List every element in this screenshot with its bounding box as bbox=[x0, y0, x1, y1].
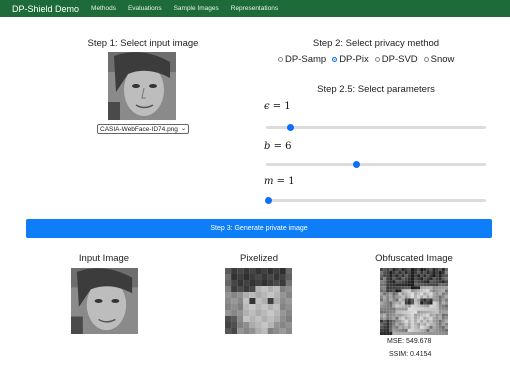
step1-title: Step 1: Select input image bbox=[87, 38, 199, 49]
m-slider-thumb[interactable] bbox=[265, 197, 272, 204]
mse-value: MSE: 549.678 bbox=[387, 338, 432, 345]
input-image-result bbox=[71, 268, 138, 334]
b-slider-thumb[interactable] bbox=[353, 161, 360, 168]
b-slider[interactable] bbox=[266, 161, 486, 168]
input-image-title: Input Image bbox=[78, 253, 130, 264]
obfuscated-image-title: Obfuscated Image bbox=[375, 253, 453, 264]
selected-file-label: CASIA-WebFace-ID74.png bbox=[100, 125, 178, 133]
privacy-method-group: DP-Samp DP-Pix DP-SVD Snow bbox=[278, 54, 460, 65]
epsilon-label: ϵ = 1 bbox=[264, 101, 291, 112]
pixelized-title: Pixelized bbox=[239, 253, 279, 264]
radio-dp-samp[interactable]: DP-Samp bbox=[278, 54, 326, 65]
chevron-down-icon: ⌄ bbox=[180, 126, 186, 132]
nav-methods[interactable]: Methods bbox=[91, 5, 116, 12]
pixelized-image bbox=[225, 268, 292, 334]
ssim-value: SSIM: 0.4154 bbox=[389, 351, 432, 358]
input-image-select[interactable]: CASIA-WebFace-ID74.png ⌄ bbox=[97, 124, 189, 134]
radio-dp-svd[interactable]: DP-SVD bbox=[374, 54, 418, 65]
nav-sample-images[interactable]: Sample Images bbox=[174, 5, 219, 12]
nav-representations[interactable]: Representations bbox=[231, 5, 278, 12]
radio-dot-icon bbox=[374, 57, 380, 62]
radio-dot-icon bbox=[278, 57, 283, 62]
brand-link[interactable]: DP-Shield Demo bbox=[12, 4, 79, 14]
b-label: b = 6 bbox=[264, 141, 292, 152]
radio-dp-pix[interactable]: DP-Pix bbox=[332, 54, 369, 65]
radio-dot-selected-icon bbox=[332, 57, 338, 62]
input-image-preview bbox=[108, 52, 176, 120]
epsilon-slider-thumb[interactable] bbox=[287, 124, 294, 131]
radio-dot-icon bbox=[423, 57, 429, 62]
nav-evaluations[interactable]: Evaluations bbox=[128, 5, 162, 12]
m-slider[interactable] bbox=[265, 197, 486, 204]
epsilon-slider[interactable] bbox=[266, 124, 486, 131]
step2-title: Step 2: Select privacy method bbox=[312, 38, 440, 49]
obfuscated-image bbox=[380, 268, 448, 335]
m-label: m = 1 bbox=[264, 176, 295, 187]
radio-snow[interactable]: Snow bbox=[423, 54, 454, 65]
generate-private-image-button[interactable]: Step 3: Generate private image bbox=[26, 219, 492, 238]
step25-title: Step 2.5: Select parameters bbox=[317, 84, 435, 95]
navbar: DP-Shield Demo Methods Evaluations Sampl… bbox=[0, 0, 510, 17]
